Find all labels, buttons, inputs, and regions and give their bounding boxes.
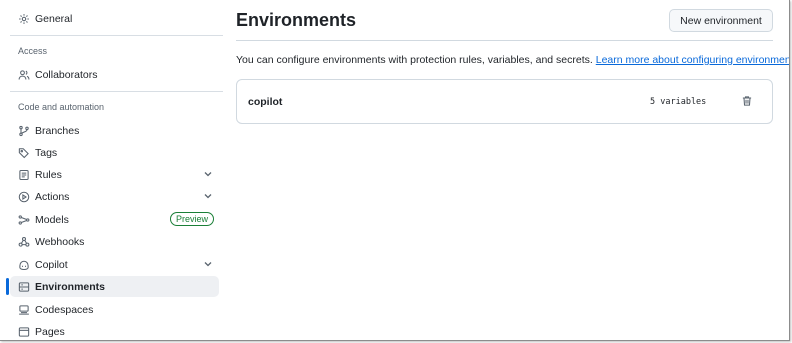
sidebar-item-collaborators[interactable]: Collaborators [10,64,219,85]
sidebar-item-webhooks[interactable]: Webhooks [10,231,219,252]
environment-name-link[interactable]: copilot [248,96,282,108]
sidebar-item-rules[interactable]: Rules [10,164,219,185]
people-icon [18,69,30,81]
codespaces-icon [18,304,30,316]
sidebar-item-label: Rules [35,168,62,181]
sidebar-item-label: Tags [35,146,58,159]
sidebar-item-label: Pages [35,325,65,338]
copilot-icon [18,259,30,271]
trash-icon[interactable] [741,95,755,109]
models-icon [18,214,30,226]
server-icon [18,281,30,293]
webhook-icon [18,236,30,248]
sidebar-item-label: Branches [35,124,80,137]
preview-badge: Preview [169,212,214,226]
chevron-down-icon[interactable] [203,169,213,179]
sidebar-item-copilot[interactable]: Copilot [10,254,219,275]
sidebar-item-environments[interactable]: Environments [6,276,219,297]
settings-sidebar: General Access Collaborators Code and au… [0,0,226,340]
sidebar-item-label: General [35,12,73,25]
description-text: You can configure environments with prot… [236,54,593,66]
browser-icon [18,326,30,338]
chevron-down-icon[interactable] [203,259,213,269]
sidebar-divider [10,35,223,36]
environment-list: copilot 5 variables [236,79,773,124]
sidebar-item-pages[interactable]: Pages [10,321,219,340]
sidebar-item-label: Webhooks [35,235,85,248]
gear-icon [18,13,30,25]
sidebar-item-label: Collaborators [35,68,98,81]
sidebar-item-label: Environments [35,280,106,293]
sidebar-item-models[interactable]: Models Preview [10,209,219,230]
branch-icon [18,125,30,137]
page-title: Environments [236,10,357,30]
sidebar-item-label: Actions [35,190,70,203]
sidebar-item-general[interactable]: General [10,8,219,29]
sidebar-item-label: Copilot [35,258,68,271]
sidebar-item-label: Models [35,213,69,226]
sidebar-item-actions[interactable]: Actions [10,186,219,207]
section-heading-code: Code and automation [18,102,105,112]
sidebar-divider [10,91,223,92]
sidebar-item-tags[interactable]: Tags [10,142,219,163]
sidebar-item-codespaces[interactable]: Codespaces [10,299,219,320]
sidebar-item-label: Codespaces [35,303,94,316]
title-divider [236,40,773,41]
app-frame: General Access Collaborators Code and au… [0,0,790,341]
learn-more-link[interactable]: Learn more about configuring environment… [596,54,789,66]
rules-icon [18,169,30,181]
tag-icon [18,147,30,159]
variables-count: 5 variables [650,97,707,107]
section-heading-access: Access [18,46,48,56]
sidebar-item-branches[interactable]: Branches [10,120,219,141]
page-description: You can configure environments with prot… [236,54,789,66]
new-environment-button[interactable]: New environment [669,9,773,32]
play-circle-icon [18,191,30,203]
chevron-down-icon[interactable] [203,191,213,201]
